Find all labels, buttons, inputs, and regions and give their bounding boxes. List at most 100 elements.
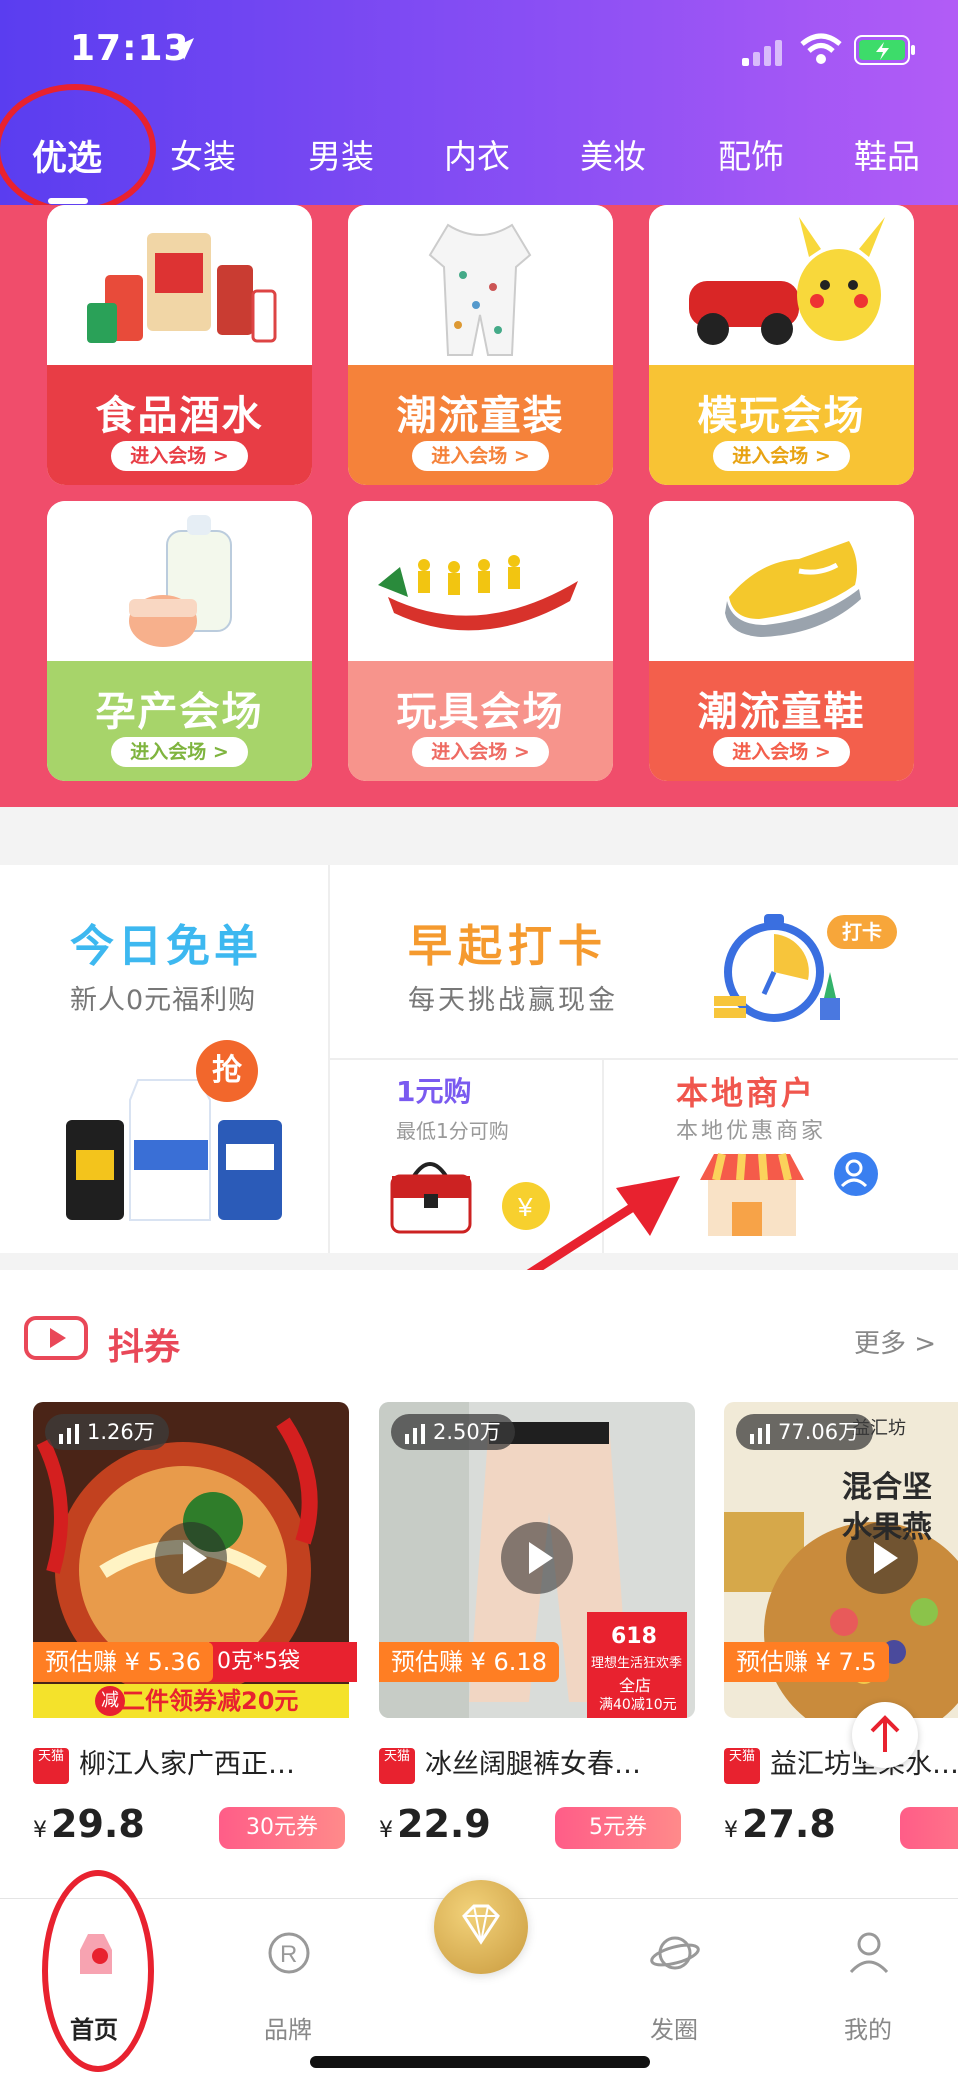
tab-nvzhuang[interactable]: 女装 (170, 130, 236, 178)
discount-badge: 减 (95, 1686, 125, 1716)
grab-badge: 抢 (196, 1040, 258, 1102)
location-arrow-icon (172, 38, 194, 60)
coupon-badge[interactable]: 30元券 (219, 1807, 345, 1849)
milk-products-image (66, 1079, 282, 1221)
bar-stats-icon (405, 1424, 425, 1444)
back-to-top-button[interactable] (852, 1702, 918, 1768)
play-button[interactable] (501, 1522, 573, 1594)
svg-text:R: R (280, 1941, 297, 1968)
estimated-earning: 预估赚 ¥ 6.18 (379, 1642, 559, 1682)
bar-stats-icon (750, 1424, 770, 1444)
enter-venue-button[interactable]: 进入会场 > (713, 737, 850, 767)
nav-label: 发圈 (650, 2016, 698, 2044)
promo-banner-top: 0克*5袋 (209, 1642, 357, 1682)
coupon-badge[interactable]: 5元券 (555, 1807, 681, 1849)
promo-slogan: 理想生活狂欢季 (591, 1656, 683, 1671)
arrow-up-icon (870, 1715, 900, 1752)
enter-venue-button[interactable]: 进入会场 > (713, 441, 850, 471)
free-order-subtitle: 新人0元福利购 (70, 985, 257, 1016)
price-value: 22.9 (397, 1802, 491, 1846)
tab-meizhuang[interactable]: 美妆 (580, 130, 646, 178)
product-name: 冰丝阔腿裤女春… (425, 1749, 641, 1780)
tab-xiepin[interactable]: 鞋品 (854, 130, 920, 178)
promo-banner-text: 第二件领券减20元 (97, 1687, 299, 1715)
bar-stats-icon (59, 1424, 79, 1444)
tab-peishi[interactable]: 配饰 (718, 130, 784, 178)
status-bar: 17:13 (0, 0, 958, 100)
local-merchant-title: 本地商户 (676, 1074, 817, 1112)
model-toys-image (649, 205, 914, 365)
nav-label: 我的 (844, 2016, 892, 2044)
registered-icon: R (268, 1932, 310, 1974)
checkin-badge[interactable]: 打卡 (827, 915, 897, 949)
kids-clothing-image (348, 205, 613, 365)
card-food-drink[interactable]: 食品酒水 进入会场 > (47, 205, 312, 485)
free-order-title: 今日免单 (70, 921, 262, 972)
product-price: ¥29.8 (33, 1802, 145, 1846)
home-indicator (310, 2056, 650, 2068)
product-card-clip: 益汇坊 混合坚 水果燕 77.06万 预估赚 ¥ 7.5 天猫益汇坊坚果水… ¥… (724, 1402, 958, 1872)
maternity-image (47, 501, 312, 661)
product-price: ¥27.8 (724, 1802, 836, 1846)
tab-neiyi[interactable]: 内衣 (444, 130, 510, 178)
storefront-icon (700, 1152, 878, 1236)
coupon-badge[interactable]: 1 (900, 1807, 958, 1849)
promo-618: 618 (611, 1624, 657, 1649)
card-model-toys[interactable]: 模玩会场 进入会场 > (649, 205, 914, 485)
annotation-circle (0, 84, 156, 214)
card-maternity[interactable]: 孕产会场 进入会场 > (47, 501, 312, 781)
play-button[interactable] (846, 1522, 918, 1594)
nav-center-diamond[interactable] (434, 1880, 528, 1974)
promo-all-store: 全店 (619, 1676, 652, 1695)
tab-nanzhuang[interactable]: 男装 (308, 130, 374, 178)
planet-icon (650, 1936, 700, 1970)
promo-deal: 满40减10元 (599, 1697, 677, 1713)
category-hero: 食品酒水 进入会场 > 潮流童装 进入会场 > 模玩会场 进入会场 > 孕产会场… (0, 205, 958, 807)
product-name-row: 天猫 冰丝阔腿裤女春… (379, 1742, 695, 1784)
tmall-badge: 天猫 (379, 1747, 415, 1784)
tmall-badge: 天猫 (724, 1747, 760, 1784)
pack-text-1: 混合坚 (842, 1470, 932, 1505)
card-title: 潮流童装 (396, 393, 565, 439)
estimated-earning: 预估赚 ¥ 7.5 (724, 1642, 889, 1682)
product-price: ¥22.9 (379, 1802, 491, 1846)
video-play-icon (24, 1316, 88, 1360)
enter-venue-button[interactable]: 进入会场 > (111, 737, 248, 767)
battery-icon (854, 35, 915, 65)
early-checkin-title: 早起打卡 (408, 921, 608, 972)
play-button[interactable] (155, 1522, 227, 1594)
enter-venue-button[interactable]: 进入会场 > (412, 737, 549, 767)
card-toys[interactable]: 玩具会场 进入会场 > (348, 501, 613, 781)
card-title: 模玩会场 (697, 393, 866, 439)
early-checkin-subtitle: 每天挑战赢现金 (408, 985, 618, 1016)
more-link[interactable]: 更多 > (854, 1323, 936, 1360)
card-kids-clothing[interactable]: 潮流童装 进入会场 > (348, 205, 613, 485)
card-title: 玩具会场 (396, 689, 565, 735)
diamond-icon (462, 1904, 500, 1945)
cellular-signal-icon (742, 40, 782, 66)
toys-image (348, 501, 613, 661)
annotation-circle (42, 1870, 154, 2072)
price-value: 29.8 (51, 1802, 145, 1846)
product-name-row: 天猫 柳江人家广西正… (33, 1742, 349, 1784)
price-value: 27.8 (742, 1802, 836, 1846)
estimated-earning: 预估赚 ¥ 5.36 (33, 1642, 213, 1682)
douquan-title: 抖券 (108, 1327, 181, 1368)
card-title: 潮流童鞋 (697, 689, 866, 735)
nav-label: 品牌 (264, 2016, 312, 2044)
kids-shoes-image (649, 501, 914, 661)
card-title: 食品酒水 (95, 393, 264, 439)
product-name-row: 天猫 益汇坊坚果水… (724, 1742, 958, 1784)
card-kids-shoes[interactable]: 潮流童鞋 进入会场 > (649, 501, 914, 781)
card-title: 孕产会场 (95, 689, 264, 735)
food-drink-image (47, 205, 312, 365)
wifi-icon (800, 33, 842, 64)
person-icon (849, 1932, 889, 1974)
enter-venue-button[interactable]: 进入会场 > (111, 441, 248, 471)
one-yuan-title: 1元购 (396, 1075, 472, 1108)
currency-symbol: ¥ (379, 1818, 393, 1843)
currency-symbol: ¥ (724, 1818, 738, 1843)
product-name: 柳江人家广西正… (79, 1749, 295, 1780)
currency-symbol: ¥ (33, 1818, 47, 1843)
enter-venue-button[interactable]: 进入会场 > (412, 441, 549, 471)
